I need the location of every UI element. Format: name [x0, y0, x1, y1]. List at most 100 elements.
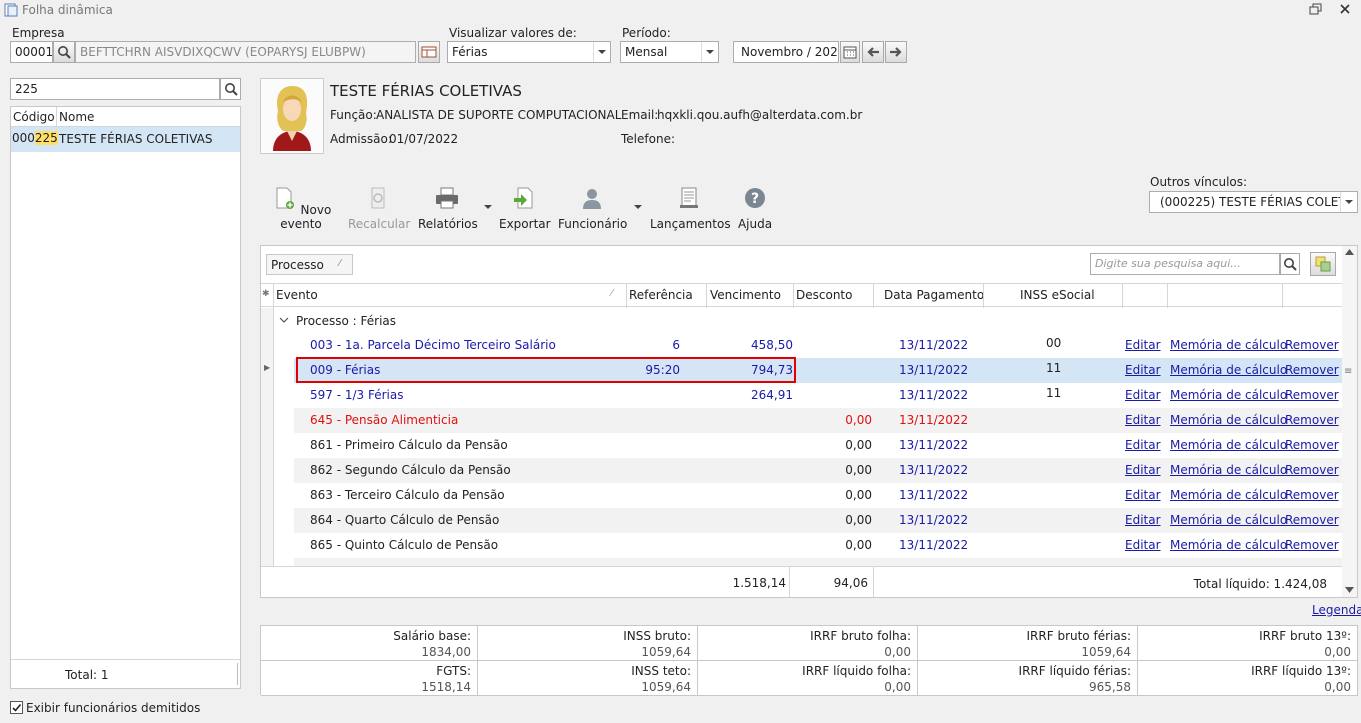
editar-link[interactable]: Editar: [1125, 388, 1161, 402]
admissao-label: Admissão:: [330, 132, 392, 146]
remover-link[interactable]: Remover: [1285, 388, 1339, 402]
memoria-calculo-link[interactable]: Memória de cálculo: [1170, 388, 1287, 402]
memoria-calculo-link[interactable]: Memória de cálculo: [1170, 463, 1287, 477]
desconto-cell: 0,00: [845, 538, 872, 552]
remover-link[interactable]: Remover: [1285, 438, 1339, 452]
memoria-calculo-link[interactable]: Memória de cálculo: [1170, 438, 1287, 452]
admissao-value: 01/07/2022: [389, 132, 459, 146]
recalcular-label: Recalcular: [348, 217, 411, 231]
memoria-calculo-link[interactable]: Memória de cálculo: [1170, 488, 1287, 502]
group-chip[interactable]: Processo ⁄: [266, 254, 353, 275]
remover-link[interactable]: Remover: [1285, 488, 1339, 502]
table-row[interactable]: 862 - Segundo Cálculo da Pensão 0,00 13/11…: [294, 458, 1342, 483]
memoria-calculo-link[interactable]: Memória de cálculo: [1170, 538, 1287, 552]
table-row[interactable]: 865 - Quinto Cálculo de Pensão 0,00 13/11/…: [294, 533, 1342, 558]
editar-link[interactable]: Editar: [1125, 338, 1161, 352]
remover-link[interactable]: Remover: [1285, 413, 1339, 427]
summary-cell: INSS bruto: 1059,64: [478, 626, 698, 661]
table-row[interactable]: 864 - Quarto Cálculo de Pensão 0,00 13/11/…: [294, 508, 1342, 533]
arrow-right-icon: [890, 47, 902, 57]
editar-link[interactable]: Editar: [1125, 363, 1161, 377]
group-row[interactable]: Processo : Férias: [275, 310, 1341, 332]
summary-value: 965,58: [1089, 680, 1131, 694]
next-period-button[interactable]: [885, 41, 907, 63]
calculator-icon: [371, 187, 385, 209]
evento-cell: 862 - Segundo Cálculo da Pensão: [310, 463, 511, 477]
periodo-label: Período:: [622, 26, 671, 40]
remover-link[interactable]: Remover: [1285, 363, 1339, 377]
empresa-code-input[interactable]: 00001: [10, 41, 53, 63]
table-row[interactable]: 009 - Férias 95:20 794,73 13/11/2022 11 Edita…: [294, 358, 1342, 383]
exportar-button[interactable]: Exportar: [499, 186, 551, 231]
scroll-down-icon[interactable]: [1345, 587, 1354, 593]
col-nome[interactable]: Nome: [59, 110, 94, 124]
periodo-dropdown-button[interactable]: [701, 42, 718, 62]
mes-input[interactable]: Novembro / 2022: [733, 41, 839, 63]
legenda-link[interactable]: Legenda: [1312, 603, 1361, 617]
col-data-pagamento[interactable]: Data Pagamento: [884, 288, 984, 302]
editar-link[interactable]: Editar: [1125, 538, 1161, 552]
col-desconto[interactable]: Desconto: [796, 288, 852, 302]
employee-search-button[interactable]: [220, 78, 241, 100]
ajuda-button[interactable]: ? Ajuda: [736, 186, 774, 231]
lancamentos-button[interactable]: Lançamentos: [650, 186, 731, 231]
col-referencia[interactable]: Referência: [629, 288, 693, 302]
data-pagamento-cell: 13/11/2022: [899, 363, 969, 377]
table-row[interactable]: 861 - Primeiro Cálculo da Pensão 0,00 13/1…: [294, 433, 1342, 458]
visualizar-select[interactable]: Férias: [447, 41, 611, 63]
visualizar-value: Férias: [452, 45, 488, 59]
outros-vinculos-select[interactable]: (000225) TESTE FÉRIAS COLETIVAS: [1149, 191, 1358, 213]
table-row[interactable]: 003 - 1a. Parcela Décimo Terceiro Salári…: [294, 333, 1342, 358]
summary-cell: IRRF bruto folha: 0,00: [698, 626, 918, 661]
col-vencimento[interactable]: Vencimento: [710, 288, 781, 302]
recalcular-button[interactable]: Recalcular: [348, 186, 411, 231]
calendar-button[interactable]: [840, 41, 860, 63]
funcionario-dropdown[interactable]: [634, 205, 642, 209]
data-pagamento-cell: 13/11/2022: [899, 438, 969, 452]
empresa-details-button[interactable]: [418, 41, 440, 63]
editar-link[interactable]: Editar: [1125, 413, 1161, 427]
grid-search-button[interactable]: [1280, 253, 1300, 275]
relatorios-dropdown[interactable]: [484, 205, 492, 209]
col-evento[interactable]: Evento: [276, 288, 318, 302]
outros-vinculos-dropdown[interactable]: [1340, 192, 1357, 212]
scroll-up-icon[interactable]: [1345, 249, 1354, 255]
search-icon: [1284, 258, 1297, 271]
visualizar-dropdown-button[interactable]: [593, 42, 610, 62]
avatar: [260, 78, 324, 154]
memoria-calculo-link[interactable]: Memória de cálculo: [1170, 363, 1287, 377]
editar-link[interactable]: Editar: [1125, 463, 1161, 477]
remover-link[interactable]: Remover: [1285, 513, 1339, 527]
employee-search-input[interactable]: 225: [10, 78, 220, 100]
memoria-calculo-link[interactable]: Memória de cálculo: [1170, 338, 1287, 352]
editar-link[interactable]: Editar: [1125, 488, 1161, 502]
remover-link[interactable]: Remover: [1285, 338, 1339, 352]
employee-row[interactable]: 000225 TESTE FÉRIAS COLETIVAS: [11, 127, 240, 152]
table-row[interactable]: 597 - 1/3 Férias 264,91 13/11/2022 11 Editar…: [294, 383, 1342, 408]
table-row[interactable]: 863 - Terceiro Cálculo da Pensão 0,00 13/1…: [294, 483, 1342, 508]
editar-link[interactable]: Editar: [1125, 438, 1161, 452]
novo-evento-button[interactable]: Novo evento: [265, 186, 337, 231]
empresa-search-button[interactable]: [53, 41, 75, 63]
relatorios-button[interactable]: Relatórios: [418, 186, 478, 231]
grid-search-input[interactable]: Digite sua pesquisa aqui...: [1090, 253, 1280, 275]
table-row[interactable]: 645 - Pensão Alimenticia 0,00 13/11/2022 Ed…: [294, 408, 1342, 433]
evento-cell: 861 - Primeiro Cálculo da Pensão: [310, 438, 508, 452]
memoria-calculo-link[interactable]: Memória de cálculo: [1170, 413, 1287, 427]
funcionario-button[interactable]: Funcionário: [558, 186, 627, 231]
remover-link[interactable]: Remover: [1285, 463, 1339, 477]
summary-label: IRRF líquido férias:: [1018, 664, 1131, 678]
close-icon[interactable]: [1339, 3, 1351, 15]
memoria-calculo-link[interactable]: Memória de cálculo: [1170, 513, 1287, 527]
col-inss-esocial[interactable]: INSS eSocial: [1020, 288, 1095, 302]
title-bar: Folha dinâmica: [0, 0, 1361, 20]
exibir-demitidos-checkbox[interactable]: [10, 701, 23, 714]
restore-icon[interactable]: [1309, 3, 1323, 16]
grid-options-button[interactable]: [1310, 252, 1336, 276]
summary-value: 1059,64: [641, 645, 691, 659]
editar-link[interactable]: Editar: [1125, 513, 1161, 527]
previous-period-button[interactable]: [862, 41, 884, 63]
col-codigo[interactable]: Código: [13, 110, 55, 124]
remover-link[interactable]: Remover: [1285, 538, 1339, 552]
grid-scrollbar[interactable]: ≡: [1342, 246, 1357, 597]
